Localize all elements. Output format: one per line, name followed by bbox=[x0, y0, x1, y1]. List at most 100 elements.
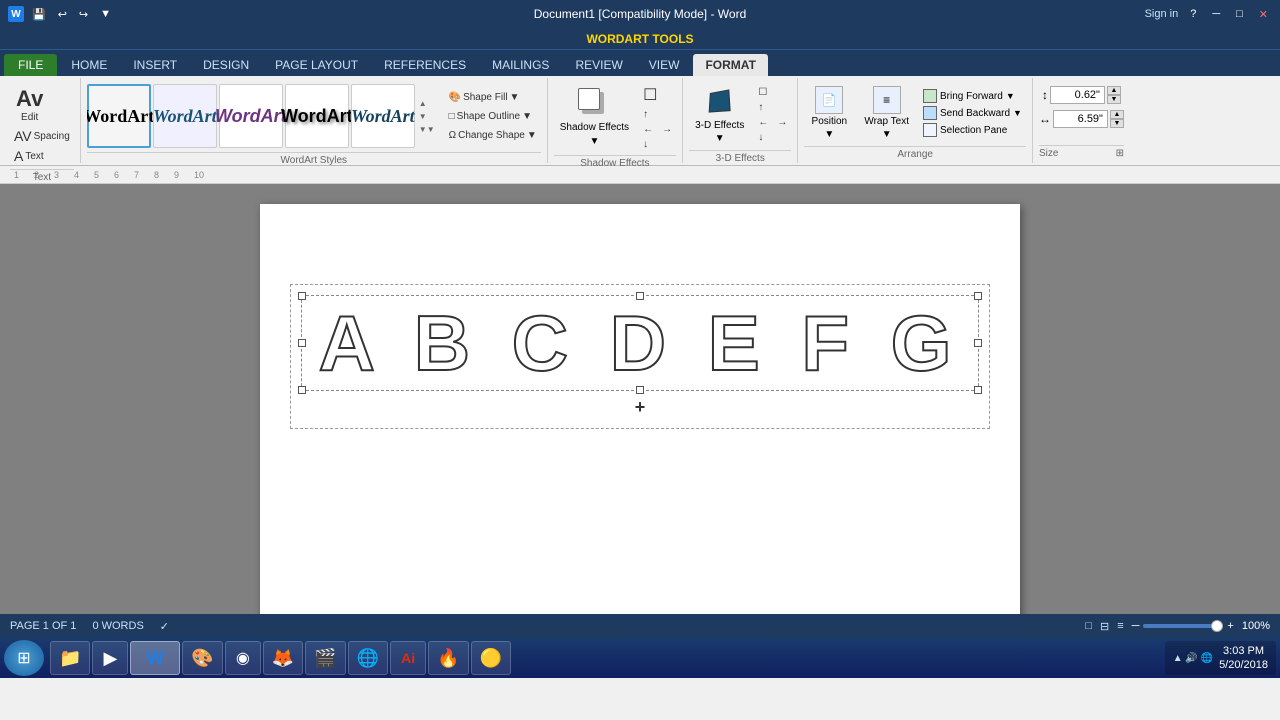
3d-on-off-btn[interactable]: ☐ bbox=[754, 86, 791, 99]
tab-references[interactable]: REFERENCES bbox=[372, 54, 478, 76]
taskbar-word[interactable]: W bbox=[130, 641, 180, 675]
scroll-more-btn[interactable]: ▼▼ bbox=[417, 123, 437, 136]
handle-bl[interactable] bbox=[298, 386, 306, 394]
view-mode-print[interactable]: □ bbox=[1085, 620, 1092, 632]
zoom-slider[interactable]: ─ + bbox=[1132, 620, 1234, 632]
title-bar-right: Sign in ? ─ □ ✕ bbox=[1145, 6, 1272, 23]
tab-mailings[interactable]: MAILINGS bbox=[480, 54, 561, 76]
close-btn[interactable]: ✕ bbox=[1255, 6, 1272, 23]
tab-design[interactable]: DESIGN bbox=[191, 54, 261, 76]
bring-forward-btn[interactable]: Bring Forward ▼ bbox=[919, 88, 1026, 104]
app7-icon: 🎬 bbox=[314, 648, 336, 669]
taskbar-app8[interactable]: 🌐 bbox=[348, 641, 388, 675]
redo-qat-btn[interactable]: ↪ bbox=[75, 6, 92, 23]
handle-bm[interactable] bbox=[636, 386, 644, 394]
view-mode-read[interactable]: ≡ bbox=[1117, 620, 1123, 632]
document-area[interactable]: A B C D E F G + bbox=[0, 184, 1280, 614]
tab-format[interactable]: FORMAT bbox=[693, 54, 767, 76]
handle-tm[interactable] bbox=[636, 292, 644, 300]
wordart-style-2[interactable]: WordArt bbox=[153, 84, 217, 148]
tab-home[interactable]: HOME bbox=[59, 54, 119, 76]
handle-tr[interactable] bbox=[974, 292, 982, 300]
wordart-tools-label: WORDART TOOLS bbox=[586, 32, 693, 46]
text-direction-btn[interactable]: A Text bbox=[10, 147, 48, 165]
ribbon-group-3d-effects: 3-D Effects ▼ ☐ ↑ ← → ↓ 3-D Effects bbox=[683, 78, 798, 163]
zoom-level: 100% bbox=[1242, 620, 1270, 632]
spacing-btn[interactable]: AV Spacing bbox=[10, 127, 74, 145]
shadow-nudge-left-btn[interactable]: ← bbox=[639, 123, 657, 136]
wrap-text-btn[interactable]: ≡ Wrap Text ▼ bbox=[858, 84, 915, 142]
tilt-down-btn[interactable]: ↓ bbox=[754, 131, 791, 144]
scroll-down-btn[interactable]: ▼ bbox=[417, 110, 437, 123]
tab-insert[interactable]: INSERT bbox=[121, 54, 189, 76]
tilt-left-btn[interactable]: ← bbox=[754, 116, 772, 129]
minimize-btn[interactable]: ─ bbox=[1208, 6, 1224, 22]
height-spin-down[interactable]: ▼ bbox=[1107, 95, 1121, 104]
selection-pane-btn[interactable]: Selection Pane bbox=[919, 122, 1026, 138]
wordart-style-3[interactable]: WordArt bbox=[219, 84, 283, 148]
wrap-text-icon: ≡ bbox=[873, 86, 901, 114]
width-spin-down[interactable]: ▼ bbox=[1110, 119, 1124, 128]
handle-mr[interactable] bbox=[974, 339, 982, 347]
shadow-nudge-up-btn[interactable]: ↑ bbox=[639, 108, 676, 121]
help-btn[interactable]: ? bbox=[1186, 6, 1200, 22]
wordart-style-1[interactable]: WordArt bbox=[87, 84, 151, 148]
height-spin-up[interactable]: ▲ bbox=[1107, 86, 1121, 95]
restore-btn[interactable]: □ bbox=[1232, 6, 1247, 22]
size-expand-btn[interactable]: ⊞ bbox=[1116, 148, 1124, 159]
tab-file[interactable]: FILE bbox=[4, 54, 57, 76]
taskbar-paint[interactable]: 🎨 bbox=[182, 641, 222, 675]
tab-view[interactable]: VIEW bbox=[637, 54, 692, 76]
ribbon-group-wordart-styles: WordArt WordArt WordArt WordArt WordArt … bbox=[81, 78, 548, 163]
height-spinner: ▲ ▼ bbox=[1107, 86, 1121, 104]
shadow-effects-btn[interactable]: Shadow Effects ▼ bbox=[554, 86, 635, 149]
zoom-in-icon[interactable]: + bbox=[1227, 620, 1233, 632]
zoom-out-icon[interactable]: ─ bbox=[1132, 620, 1140, 632]
tilt-up-btn[interactable]: ↑ bbox=[754, 101, 791, 114]
handle-tl[interactable] bbox=[298, 292, 306, 300]
sign-in-btn[interactable]: Sign in bbox=[1145, 8, 1179, 20]
wordart-style-5[interactable]: WordArt bbox=[351, 84, 415, 148]
ribbon-group-arrange: 📄 Position ▼ ≡ Wrap Text ▼ Bring Forward… bbox=[798, 78, 1033, 163]
shadow-nudge-right-btn[interactable]: → bbox=[658, 123, 676, 136]
tilt-right-btn[interactable]: → bbox=[773, 116, 791, 129]
width-input[interactable] bbox=[1053, 110, 1108, 128]
adobe-icon: Ai bbox=[401, 650, 415, 666]
shape-outline-btn[interactable]: □ Shape Outline ▼ bbox=[445, 109, 541, 124]
tray-clock[interactable]: 3:03 PM 5/20/2018 bbox=[1219, 644, 1268, 673]
3d-effects-btn[interactable]: 3-D Effects ▼ bbox=[689, 84, 750, 146]
position-btn[interactable]: 📄 Position ▼ bbox=[804, 84, 854, 142]
start-button[interactable]: ⊞ bbox=[4, 640, 44, 676]
taskbar-explorer[interactable]: 📁 bbox=[50, 641, 90, 675]
taskbar-media[interactable]: ▶ bbox=[92, 641, 128, 675]
shadow-nudge-down-btn[interactable]: ↓ bbox=[639, 138, 676, 151]
taskbar-firefox[interactable]: 🔥 bbox=[428, 641, 468, 675]
taskbar-app6[interactable]: 🦊 bbox=[263, 641, 303, 675]
save-qat-btn[interactable]: 💾 bbox=[28, 6, 50, 23]
tab-review[interactable]: REVIEW bbox=[563, 54, 634, 76]
taskbar-adobe[interactable]: Ai bbox=[390, 641, 426, 675]
shape-fill-btn[interactable]: 🎨 Shape Fill ▼ bbox=[445, 90, 541, 105]
taskbar-app9[interactable]: 🟡 bbox=[471, 641, 511, 675]
3d-effects-label: 3-D Effects bbox=[689, 150, 791, 166]
shadow-on-off-btn[interactable]: ☐ bbox=[639, 84, 676, 106]
word-icon: W bbox=[147, 648, 164, 669]
view-mode-web[interactable]: ⊟ bbox=[1100, 620, 1109, 633]
handle-br[interactable] bbox=[974, 386, 982, 394]
edit-text-btn[interactable]: Av Edit bbox=[10, 84, 49, 125]
wordart-object[interactable]: A B C D E F G + bbox=[290, 284, 990, 429]
width-spin-up[interactable]: ▲ bbox=[1110, 110, 1124, 119]
handle-ml[interactable] bbox=[298, 339, 306, 347]
send-backward-btn[interactable]: Send Backward ▼ bbox=[919, 105, 1026, 121]
change-shape-btn[interactable]: Ω Change Shape ▼ bbox=[445, 128, 541, 143]
height-input[interactable] bbox=[1050, 86, 1105, 104]
wordart-style-4[interactable]: WordArt bbox=[285, 84, 349, 148]
taskbar-app7[interactable]: 🎬 bbox=[305, 641, 345, 675]
scroll-up-btn[interactable]: ▲ bbox=[417, 97, 437, 110]
undo-qat-btn[interactable]: ↩ bbox=[54, 6, 71, 23]
taskbar-chrome[interactable]: ◉ bbox=[225, 641, 261, 675]
customize-qat-btn[interactable]: ▼ bbox=[96, 6, 115, 22]
shadow-effects-icon bbox=[578, 88, 610, 120]
tab-page-layout[interactable]: PAGE LAYOUT bbox=[263, 54, 370, 76]
taskbar: ⊞ 📁 ▶ W 🎨 ◉ 🦊 🎬 🌐 Ai 🔥 🟡 ▲ 🔊 🌐 3:03 PM 5… bbox=[0, 638, 1280, 678]
